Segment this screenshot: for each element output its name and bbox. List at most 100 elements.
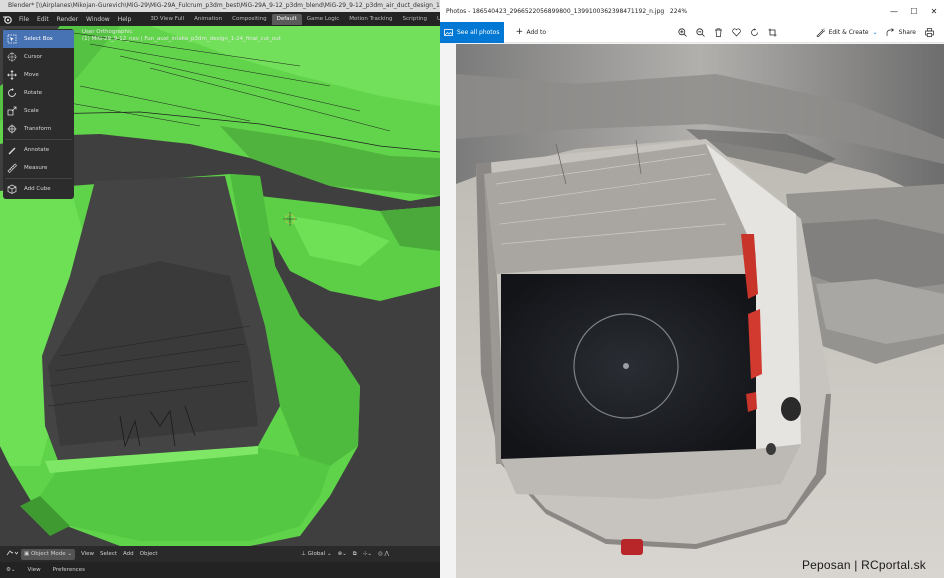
transform-orientation-dropdown[interactable]: ⊥ Global ⌄: [298, 549, 334, 560]
cursor-icon: [6, 51, 18, 63]
viewport-header-bar: ▣ Object Mode ⌄ View Select Add Object ⊥…: [0, 546, 440, 562]
edit-create-label: Edit & Create: [828, 28, 869, 36]
tool-label: Rotate: [24, 90, 43, 96]
menu-help[interactable]: Help: [114, 16, 136, 23]
zoom-in-button[interactable]: [674, 27, 692, 37]
minimize-button[interactable]: —: [884, 0, 904, 22]
tab-game-logic[interactable]: Game Logic: [302, 14, 345, 25]
chevron-down-icon: ⌄: [65, 550, 72, 557]
tab-default[interactable]: Default: [271, 13, 302, 25]
tool-separator: [5, 178, 72, 179]
crop-icon: [768, 27, 778, 37]
object-mode-icon: ▣: [24, 550, 31, 557]
add-to-label: Add to: [526, 28, 546, 36]
see-all-photos-button[interactable]: See all photos: [440, 21, 505, 43]
print-icon: [924, 27, 934, 37]
tool-label: Cursor: [24, 54, 43, 60]
blender-title-bar: Blender* [\\Airplanes\Mikojan-Gurevich\M…: [0, 0, 440, 12]
3d-viewport[interactable]: User Orthographic (1) MiG-29_9-12_nxv | …: [0, 26, 440, 546]
photos-window: Photos - 186540423_2966522056899800_1399…: [440, 0, 944, 578]
maximize-button[interactable]: ☐: [904, 0, 924, 22]
aircraft-intake-photo: [456, 44, 944, 578]
tab-compositing[interactable]: Compositing: [227, 14, 271, 25]
edit-create-button[interactable]: Edit & Create ⌄: [812, 27, 882, 37]
tab-3d-view-full[interactable]: 3D View Full: [145, 14, 189, 25]
tool-scale[interactable]: Scale: [3, 102, 74, 120]
status-view-menu[interactable]: View: [22, 567, 47, 573]
add-menu[interactable]: Add: [120, 549, 137, 560]
menu-render[interactable]: Render: [53, 16, 82, 23]
rotate-icon: [6, 87, 18, 99]
plus-icon: +: [515, 27, 524, 37]
zoom-in-icon: [678, 27, 688, 37]
menu-window[interactable]: Window: [82, 16, 114, 23]
tab-motion-tracking[interactable]: Motion Tracking: [344, 14, 397, 25]
favorite-button[interactable]: [728, 27, 746, 37]
menu-edit[interactable]: Edit: [33, 16, 53, 23]
tool-measure[interactable]: Measure: [3, 159, 74, 177]
tool-label: Annotate: [24, 147, 50, 153]
share-icon: [886, 27, 896, 37]
tool-add-cube[interactable]: Add Cube: [3, 180, 74, 198]
blender-logo-icon[interactable]: [2, 14, 12, 24]
tool-shelf: Select Box Cursor Move Rotate Scale Tran…: [3, 29, 74, 199]
object-mode-label: Object Mode: [30, 550, 66, 557]
zoom-out-button[interactable]: [692, 27, 710, 37]
menu-file[interactable]: File: [15, 16, 33, 23]
tab-uv-editing[interactable]: UV Editing: [432, 14, 440, 25]
tool-rotate[interactable]: Rotate: [3, 84, 74, 102]
view-menu[interactable]: View: [78, 549, 97, 560]
zoom-level: 224%: [669, 7, 688, 15]
heart-icon: [732, 27, 742, 37]
rotate-button[interactable]: [746, 27, 764, 37]
print-button[interactable]: [920, 27, 938, 37]
delete-icon: [714, 27, 724, 37]
tool-move[interactable]: Move: [3, 66, 74, 84]
orientation-label: Global: [307, 550, 326, 557]
view-label: User Orthographic: [82, 29, 133, 35]
status-preferences-menu[interactable]: Preferences: [47, 567, 91, 573]
tool-label: Move: [24, 72, 39, 78]
rotate-icon: [750, 27, 760, 37]
select-box-icon: [6, 33, 18, 45]
chevron-down-icon: ⌄: [325, 550, 332, 557]
select-menu[interactable]: Select: [97, 549, 120, 560]
photos-gallery-icon: [444, 27, 454, 37]
blender-window: Blender* [\\Airplanes\Mikojan-Gurevich\M…: [0, 0, 440, 578]
editor-type-button[interactable]: [3, 549, 21, 560]
snap-icon[interactable]: ⧉: [350, 549, 360, 560]
preferences-gear-icon[interactable]: ⚙⌄: [0, 567, 22, 573]
object-mode-dropdown[interactable]: ▣ Object Mode ⌄: [21, 548, 75, 560]
tool-label: Add Cube: [24, 186, 51, 192]
photos-toolbar: See all photos + Add to Edit & Create ⌄ …: [440, 21, 944, 43]
proportional-edit-icon[interactable]: ◎ ⋀: [375, 549, 392, 560]
tool-separator: [5, 139, 72, 140]
see-all-label: See all photos: [457, 28, 500, 36]
crop-button[interactable]: [764, 27, 782, 37]
tool-label: Measure: [24, 165, 48, 171]
add-to-button[interactable]: + Add to: [510, 27, 550, 37]
photos-title-bar: Photos - 186540423_2966522056899800_1399…: [440, 0, 944, 22]
tool-cursor[interactable]: Cursor: [3, 48, 74, 66]
share-button[interactable]: Share: [882, 27, 920, 37]
object-menu[interactable]: Object: [137, 549, 161, 560]
close-button[interactable]: ✕: [924, 0, 944, 22]
viewport-info: User Orthographic (1) MiG-29_9-12_nxv | …: [82, 29, 281, 43]
workspace-tabs: 3D View Full Animation Compositing Defau…: [145, 12, 440, 26]
annotate-icon: [6, 144, 18, 156]
move-icon: [6, 69, 18, 81]
share-label: Share: [898, 28, 916, 36]
snap-target-icon[interactable]: ⊹⌄: [360, 549, 375, 560]
tab-animation[interactable]: Animation: [189, 14, 227, 25]
tool-select-box[interactable]: Select Box: [3, 30, 74, 48]
add-cube-icon: [6, 183, 18, 195]
tool-annotate[interactable]: Annotate: [3, 141, 74, 159]
tab-scripting[interactable]: Scripting: [398, 14, 432, 25]
scale-icon: [6, 105, 18, 117]
photo-canvas[interactable]: [456, 44, 944, 578]
delete-button[interactable]: [710, 27, 728, 37]
edit-create-icon: [816, 27, 826, 37]
pivot-point-icon[interactable]: ⊗⌄: [335, 549, 350, 560]
tool-transform[interactable]: Transform: [3, 120, 74, 138]
measure-icon: [6, 162, 18, 174]
